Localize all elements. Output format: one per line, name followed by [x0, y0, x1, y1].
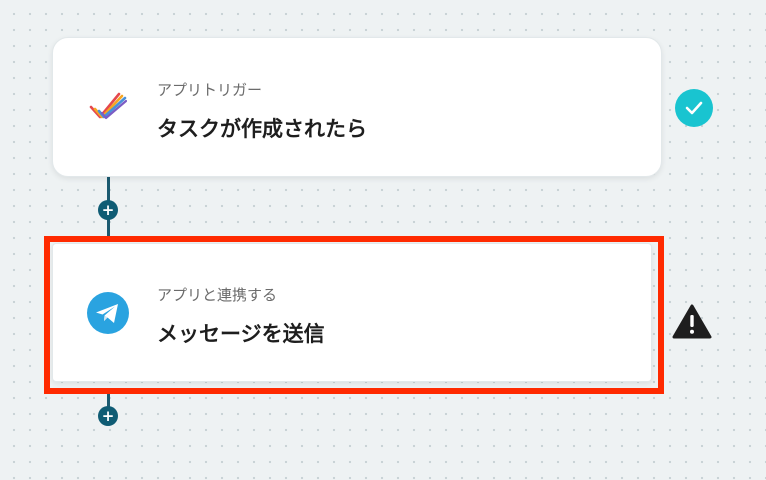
step-title: タスクが作成されたら — [157, 117, 367, 141]
telegram-logo-icon — [87, 291, 129, 334]
warning-icon — [672, 304, 712, 340]
add-step-button[interactable]: + — [98, 406, 118, 426]
action-step-card[interactable]: アプリと連携する メッセージを送信 — [52, 243, 652, 382]
step-title: メッセージを送信 — [157, 322, 325, 346]
step-subtitle: アプリと連携する — [157, 286, 278, 304]
todoist-logo-icon — [87, 86, 129, 128]
flow-canvas: アプリトリガー タスクが作成されたら + アプリと連携する メッセージを送信 + — [0, 0, 766, 480]
add-step-button[interactable]: + — [98, 200, 118, 220]
trigger-step-card[interactable]: アプリトリガー タスクが作成されたら — [52, 37, 662, 177]
step-subtitle: アプリトリガー — [157, 81, 263, 99]
completed-check-icon — [675, 89, 713, 127]
